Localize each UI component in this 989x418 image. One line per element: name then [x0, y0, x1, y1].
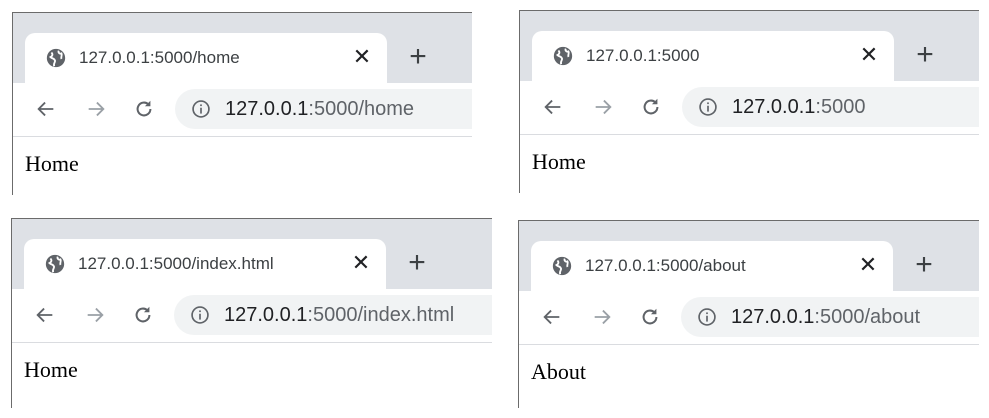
browser-tab[interactable]: 127.0.0.1:5000 ✕: [532, 31, 894, 83]
reload-button[interactable]: [637, 304, 663, 330]
tab-title: 127.0.0.1:5000/about: [585, 256, 746, 275]
forward-button[interactable]: [589, 304, 615, 330]
url-path: :5000/about: [814, 306, 921, 328]
address-bar[interactable]: 127.0.0.1:5000/about: [681, 297, 979, 337]
arrow-right-icon: [87, 307, 104, 323]
back-button[interactable]: [33, 96, 59, 122]
close-tab-button[interactable]: ✕: [857, 254, 879, 276]
new-tab-button[interactable]: +: [405, 42, 431, 72]
reload-button[interactable]: [638, 94, 664, 120]
close-tab-button[interactable]: ✕: [858, 44, 880, 66]
url-path: :5000: [815, 96, 866, 118]
forward-button[interactable]: [83, 96, 109, 122]
browser-window-about: 127.0.0.1:5000/about ✕ + 127.0.0.1:5000/…: [518, 220, 979, 408]
address-bar[interactable]: 127.0.0.1:5000: [682, 87, 979, 127]
new-tab-button[interactable]: +: [404, 248, 430, 278]
arrow-right-icon: [594, 309, 611, 325]
arrow-left-icon: [544, 99, 561, 115]
url-path: :5000/home: [308, 98, 415, 120]
globe-icon: [552, 256, 572, 276]
new-tab-button[interactable]: +: [911, 250, 937, 280]
page-content: About: [519, 345, 979, 408]
tab-title: 127.0.0.1:5000/index.html: [78, 254, 274, 273]
globe-icon: [46, 48, 66, 68]
browser-tab[interactable]: 127.0.0.1:5000/about ✕: [531, 241, 893, 293]
url-text: 127.0.0.1:5000/index.html: [224, 304, 454, 326]
globe-icon: [553, 46, 573, 66]
page-body-text: About: [531, 359, 586, 384]
address-bar[interactable]: 127.0.0.1:5000/home: [175, 89, 472, 129]
browser-window-index: 127.0.0.1:5000/index.html ✕ + 127.0.0.1:…: [11, 218, 492, 408]
reload-icon: [643, 98, 659, 115]
arrow-left-icon: [36, 307, 53, 323]
info-icon[interactable]: [191, 99, 211, 119]
back-button[interactable]: [539, 304, 565, 330]
forward-button[interactable]: [82, 302, 108, 328]
page-body-text: Home: [24, 357, 78, 382]
reload-icon: [135, 306, 151, 323]
arrow-right-icon: [88, 101, 105, 117]
page-body-text: Home: [532, 149, 586, 174]
tab-title: 127.0.0.1:5000: [586, 46, 700, 65]
url-text: 127.0.0.1:5000: [732, 96, 865, 118]
url-text: 127.0.0.1:5000/home: [225, 98, 414, 120]
toolbar: 127.0.0.1:5000/home: [13, 83, 472, 137]
page-body-text: Home: [25, 151, 79, 176]
page-content: Home: [13, 137, 472, 195]
tab-strip: 127.0.0.1:5000/home ✕ +: [13, 13, 472, 85]
close-tab-button[interactable]: ✕: [351, 46, 373, 68]
url-host: 127.0.0.1: [225, 98, 309, 120]
toolbar: 127.0.0.1:5000/index.html: [12, 289, 492, 343]
toolbar: 127.0.0.1:5000/about: [519, 291, 979, 345]
forward-button[interactable]: [590, 94, 616, 120]
reload-button[interactable]: [131, 96, 157, 122]
back-button[interactable]: [540, 94, 566, 120]
close-tab-button[interactable]: ✕: [350, 252, 372, 274]
reload-icon: [136, 100, 152, 117]
browser-window-home: 127.0.0.1:5000/home ✕ + 127.0.0.1:5000/h…: [12, 12, 472, 195]
info-icon[interactable]: [190, 305, 210, 325]
tab-strip: 127.0.0.1:5000 ✕ +: [520, 11, 979, 83]
arrow-left-icon: [543, 309, 560, 325]
address-bar[interactable]: 127.0.0.1:5000/index.html: [174, 295, 492, 335]
page-content: Home: [12, 343, 492, 408]
arrow-left-icon: [37, 101, 54, 117]
reload-icon: [642, 308, 658, 325]
toolbar: 127.0.0.1:5000: [520, 81, 979, 135]
arrow-right-icon: [595, 99, 612, 115]
tab-title: 127.0.0.1:5000/home: [79, 48, 240, 67]
page-content: Home: [520, 135, 979, 193]
globe-icon: [45, 254, 65, 274]
url-host: 127.0.0.1: [224, 304, 308, 326]
browser-tab[interactable]: 127.0.0.1:5000/index.html ✕: [24, 239, 386, 291]
url-host: 127.0.0.1: [732, 96, 816, 118]
url-host: 127.0.0.1: [731, 306, 815, 328]
new-tab-button[interactable]: +: [912, 40, 938, 70]
info-icon[interactable]: [697, 307, 717, 327]
url-text: 127.0.0.1:5000/about: [731, 306, 920, 328]
tab-strip: 127.0.0.1:5000/about ✕ +: [519, 221, 979, 293]
browser-window-root: 127.0.0.1:5000 ✕ + 127.0.0.1:5000 Home: [519, 10, 979, 193]
back-button[interactable]: [32, 302, 58, 328]
info-icon[interactable]: [698, 97, 718, 117]
tab-strip: 127.0.0.1:5000/index.html ✕ +: [12, 219, 492, 291]
url-path: :5000/index.html: [307, 304, 455, 326]
browser-tab[interactable]: 127.0.0.1:5000/home ✕: [25, 33, 387, 85]
reload-button[interactable]: [130, 302, 156, 328]
